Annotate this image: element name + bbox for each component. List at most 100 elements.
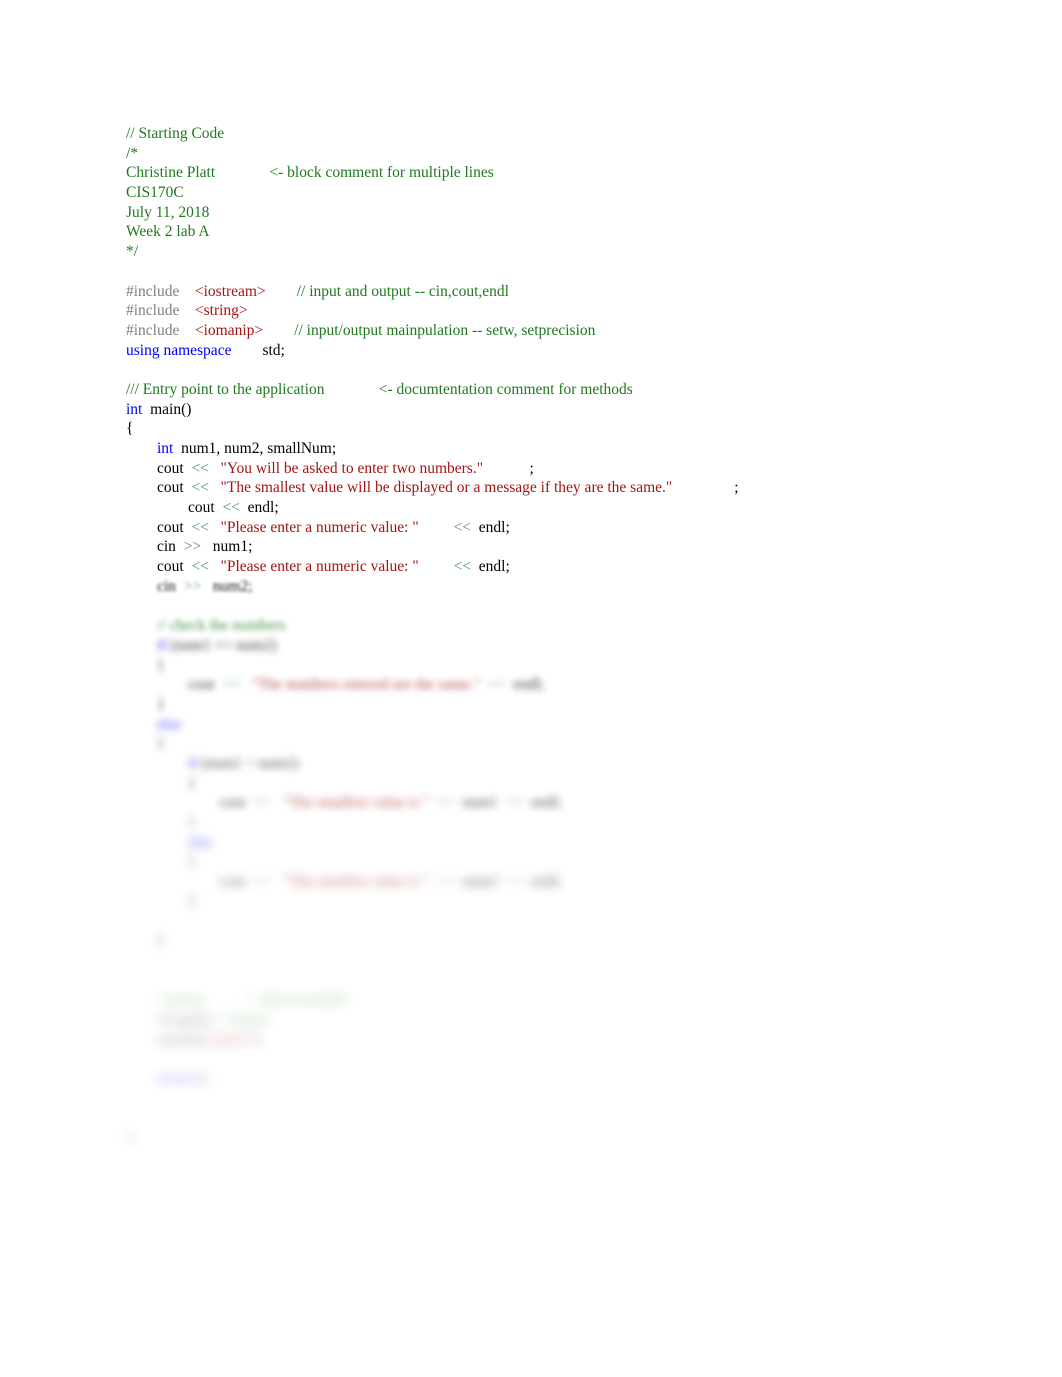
code-token-plain: num2 bbox=[454, 873, 506, 891]
code-line: } bbox=[126, 695, 1026, 715]
code-token-plain: cin bbox=[126, 538, 184, 556]
code-token-stream_operator: << bbox=[505, 794, 524, 812]
code-token-plain: endl; bbox=[505, 676, 545, 694]
code-token-stream_operator: << bbox=[453, 558, 472, 576]
code-line: */ bbox=[126, 242, 1026, 262]
code-token-comment: // pause bbox=[221, 1010, 269, 1028]
code-line: cout << "You will be asked to enter two … bbox=[126, 459, 1026, 479]
code-token-plain: (num1 < num2) bbox=[197, 755, 299, 772]
code-token-stream_operator: << bbox=[191, 459, 209, 477]
document-page: // Starting Code/* Christine Platt <- blo… bbox=[0, 0, 1062, 1377]
code-token-plain: num1 bbox=[454, 794, 506, 812]
code-token-comment: // input/output mainpulation -- setw, se… bbox=[294, 321, 596, 339]
code-token-string: "The smallest value is " bbox=[282, 794, 430, 812]
code-token-plain: cout bbox=[126, 794, 254, 812]
code-line: cout << "The numbers entered are the sam… bbox=[126, 675, 1026, 695]
code-line: int main() bbox=[126, 400, 1026, 420]
code-token-stream_operator: << bbox=[191, 558, 209, 576]
code-token-plain: endl; bbox=[471, 518, 510, 536]
code-line: using namespace std; bbox=[126, 341, 1026, 361]
code-line: cout << "The smallest value is " << num2… bbox=[126, 872, 1026, 892]
code-token-stream_operator: << bbox=[488, 676, 506, 694]
code-token-plain: num1, num2, smallNum; bbox=[173, 440, 337, 457]
code-token-comment: /* bbox=[126, 144, 139, 162]
code-token-comment: <- documtentation comment for methods bbox=[378, 380, 633, 398]
code-line: } bbox=[126, 1128, 1026, 1148]
code-token-plain: cout bbox=[126, 873, 254, 891]
code-listing: // Starting Code/* Christine Platt <- blo… bbox=[126, 124, 1026, 1148]
code-line: system("pause"); bbox=[126, 1030, 1026, 1050]
code-token-stream_operator: << bbox=[253, 873, 271, 891]
code-token-plain: { bbox=[126, 853, 196, 871]
code-token-plain: num1; bbox=[201, 538, 253, 556]
code-line: #include <iomanip> // input/output mainp… bbox=[126, 321, 1026, 341]
code-line: // Starting Code bbox=[126, 124, 1026, 144]
code-token-preprocessor: #include bbox=[126, 321, 180, 339]
code-token-comment: // input and output -- cin,cout,endl bbox=[296, 282, 509, 300]
code-token-plain: ); bbox=[253, 1030, 263, 1048]
code-token-plain: cout bbox=[126, 499, 223, 517]
code-line: else bbox=[126, 715, 1026, 735]
code-line: cin >> num1; bbox=[126, 537, 1026, 557]
code-token-plain: 0; bbox=[194, 1070, 210, 1087]
code-token-plain: endl; bbox=[523, 794, 562, 812]
code-token-keyword: using namespace bbox=[126, 341, 232, 359]
code-token-stream_operator: >> bbox=[183, 577, 202, 595]
code-token-stream_operator: << bbox=[222, 499, 240, 517]
code-token-keyword: else bbox=[157, 715, 182, 733]
code-token-keyword: return bbox=[157, 1070, 195, 1087]
code-line: cout << "Please enter a numeric value: "… bbox=[126, 557, 1026, 577]
code-token-string: "Please enter a numeric value: " bbox=[220, 558, 419, 576]
code-token-comment: <- this is needed bbox=[243, 991, 346, 1009]
code-token-plain: cout bbox=[126, 558, 192, 576]
code-token-comment: // pause bbox=[157, 991, 205, 1009]
code-token-plain: } bbox=[126, 1129, 134, 1147]
code-token-stream_operator: << bbox=[437, 794, 455, 812]
code-line: else bbox=[126, 833, 1026, 853]
code-token-stream_operator: << bbox=[191, 518, 209, 536]
code-token-plain: { bbox=[126, 735, 165, 753]
code-token-string: "The smallest value will be displayed or… bbox=[220, 479, 673, 497]
code-token-plain: (); bbox=[198, 1010, 222, 1028]
code-token-comment: Week 2 lab A bbox=[126, 223, 210, 241]
code-line: { bbox=[126, 419, 1026, 439]
code-line: #include <string> bbox=[126, 301, 1026, 321]
code-line: return 0; bbox=[126, 1069, 1026, 1089]
code-token-comment bbox=[324, 381, 378, 398]
code-token-stream_operator: << bbox=[191, 479, 209, 497]
code-token-plain: endl; bbox=[471, 558, 510, 576]
code-token-comment: Christine Platt bbox=[126, 164, 216, 182]
code-line: #include <iostream> // input and output … bbox=[126, 282, 1026, 302]
code-token-plain: { bbox=[126, 774, 196, 792]
code-token-comment: /// Entry point to the application bbox=[126, 380, 325, 398]
code-token-plain: endl; bbox=[523, 873, 562, 891]
code-token-header_name: <string> bbox=[194, 302, 248, 320]
code-line: // check the numbers bbox=[126, 616, 1026, 636]
code-token-plain: cout bbox=[126, 676, 223, 694]
code-token-stream_operator: >> bbox=[183, 538, 202, 556]
code-token-plain: ; bbox=[734, 479, 739, 497]
code-token-string: "The numbers entered are the same." bbox=[251, 676, 481, 694]
